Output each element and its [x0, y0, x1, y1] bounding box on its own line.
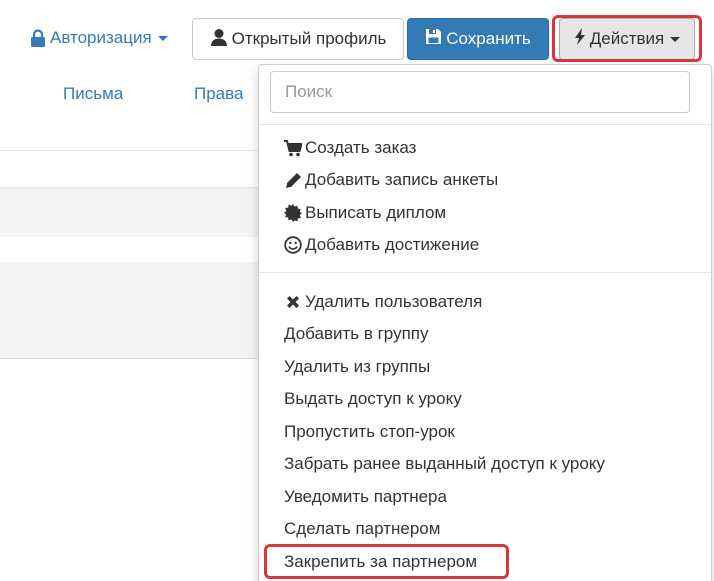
menu-item-remove-from-group[interactable]: Удалить из группы: [284, 354, 430, 380]
menu-item-delete-user[interactable]: Удалить пользователя: [284, 289, 482, 315]
menu-item-create-order[interactable]: Создать заказ: [284, 135, 416, 161]
actions-dropdown-menu: Создать заказ Добавить запись анкеты Вып…: [258, 64, 712, 581]
tab-letters[interactable]: Письма: [63, 84, 123, 104]
authorization-dropdown[interactable]: Авторизация: [30, 28, 168, 48]
search-input[interactable]: [270, 71, 690, 113]
page-divider: [0, 150, 258, 151]
page-row-band: [0, 187, 258, 237]
menu-item-add-achievement[interactable]: Добавить достижение: [284, 232, 479, 258]
smile-icon: [284, 236, 302, 254]
remove-icon: [284, 293, 302, 311]
menu-item-label: Выписать диплом: [305, 203, 447, 222]
menu-item-revoke-lesson-access[interactable]: Забрать ранее выданный доступ к уроку: [284, 451, 605, 477]
menu-item-label: Удалить пользователя: [305, 292, 483, 311]
save-label: Сохранить: [446, 29, 531, 48]
menu-item-notify-partner[interactable]: Уведомить партнера: [284, 484, 447, 510]
tab-rights[interactable]: Права: [194, 84, 243, 104]
user-icon: [210, 28, 228, 51]
lock-icon: [30, 29, 46, 47]
save-button[interactable]: Сохранить: [407, 18, 549, 60]
cart-icon: [284, 139, 302, 157]
menu-item-issue-diploma[interactable]: Выписать диплом: [284, 200, 446, 226]
actions-label: Действия: [589, 29, 665, 48]
pencil-icon: [284, 171, 302, 189]
page-divider: [0, 358, 258, 359]
menu-divider: [259, 272, 711, 273]
menu-item-skip-stop-lesson[interactable]: Пропустить стоп-урок: [284, 419, 455, 445]
floppy-icon: [425, 28, 442, 50]
menu-item-grant-lesson-access[interactable]: Выдать доступ к уроку: [284, 386, 462, 412]
menu-item-assign-to-partner[interactable]: Закрепить за партнером: [284, 549, 477, 575]
open-profile-label: Открытый профиль: [231, 29, 387, 48]
open-profile-button[interactable]: Открытый профиль: [192, 18, 404, 60]
menu-item-label: Добавить запись анкеты: [305, 170, 499, 189]
menu-item-make-partner[interactable]: Сделать партнером: [284, 516, 440, 542]
menu-item-label: Добавить достижение: [305, 235, 480, 254]
actions-dropdown-button[interactable]: Действия: [559, 18, 695, 60]
menu-item-add-to-group[interactable]: Добавить в группу: [284, 321, 428, 347]
caret-down-icon: [670, 36, 681, 42]
menu-item-label: Создать заказ: [305, 138, 417, 157]
page-row-band: [0, 262, 258, 358]
authorization-label: Авторизация: [50, 28, 152, 47]
certificate-icon: [284, 204, 302, 222]
menu-item-add-form-record[interactable]: Добавить запись анкеты: [284, 167, 498, 193]
flash-icon: [574, 28, 586, 50]
caret-down-icon: [157, 35, 168, 41]
menu-divider: [259, 124, 711, 125]
